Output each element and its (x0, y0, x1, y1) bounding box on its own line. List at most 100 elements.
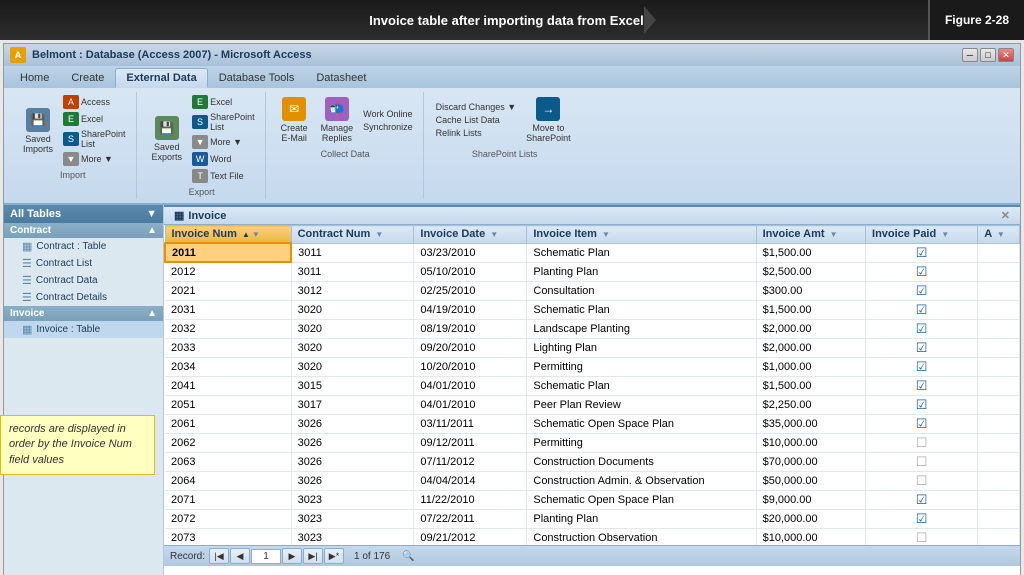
invoice-table: Invoice Num ▲▼ Contract Num ▼ Invoice Da… (164, 225, 1020, 545)
cell-invoice-num: 2063 (165, 452, 291, 471)
table-tab[interactable]: ▦ Invoice ✕ (164, 205, 1020, 225)
cell-invoice-num: 2071 (165, 490, 291, 509)
tab-create[interactable]: Create (60, 68, 115, 88)
cell-contract-num: 3026 (291, 452, 414, 471)
col-invoice-date[interactable]: Invoice Date ▼ (414, 226, 527, 244)
synchronize-button[interactable]: Synchronize (361, 121, 415, 133)
nav-new-button[interactable]: ▶* (324, 548, 344, 564)
cell-invoice-date: 02/25/2010 (414, 281, 527, 300)
more-export-button[interactable]: ▼ More ▼ (190, 134, 257, 150)
col-invoice-num[interactable]: Invoice Num ▲▼ (165, 226, 291, 244)
cell-invoice-num: 2072 (165, 509, 291, 528)
nav-header-label: All Tables (10, 208, 61, 220)
nav-last-button[interactable]: ▶| (303, 548, 323, 564)
access-icon-sm: A (63, 95, 79, 109)
cell-invoice-num: 2021 (165, 281, 291, 300)
nav-item-contract-data[interactable]: ☰ Contract Data (4, 272, 163, 289)
nav-section-contract-chevron: ▲ (147, 225, 157, 236)
cell-invoice-date: 04/19/2010 (414, 300, 527, 319)
more-import-button[interactable]: ▼ More ▼ (61, 151, 128, 167)
nav-first-button[interactable]: |◀ (209, 548, 229, 564)
sharepoint-export-button[interactable]: S SharePointList (190, 111, 257, 133)
cell-contract-num: 3011 (291, 262, 414, 281)
create-email-button[interactable]: ✉ CreateE-Mail (276, 94, 313, 146)
col-contract-num[interactable]: Contract Num ▼ (291, 226, 414, 244)
cell-a (978, 414, 1020, 433)
cell-a (978, 338, 1020, 357)
nav-section-invoice-chevron: ▲ (147, 308, 157, 319)
ribbon-group-import: 💾 SavedImports A Access E Excel S Sh (10, 92, 137, 199)
cell-invoice-item: Schematic Plan (527, 243, 756, 262)
word-export-button[interactable]: W Word (190, 151, 257, 167)
main-title: Invoice table after importing data from … (369, 13, 644, 28)
nav-item-invoice-table[interactable]: ▦ Invoice : Table (4, 321, 163, 338)
cell-contract-num: 3026 (291, 471, 414, 490)
cell-invoice-paid: ☐ (866, 433, 978, 452)
nav-header[interactable]: All Tables ▼ (4, 205, 163, 223)
saved-imports-button[interactable]: 💾 SavedImports (18, 105, 58, 157)
move-to-sharepoint-button[interactable]: → Move toSharePoint (521, 94, 576, 146)
cell-contract-num: 3011 (291, 243, 414, 262)
cell-invoice-item: Landscape Planting (527, 319, 756, 338)
tab-close-btn[interactable]: ✕ (1001, 209, 1010, 222)
sharepoint-small-buttons: Discard Changes ▼ Cache List Data Relink… (434, 101, 518, 139)
maximize-button[interactable]: □ (980, 48, 996, 62)
status-total: 1 of 176 (354, 551, 390, 562)
cell-invoice-amt: $70,000.00 (756, 452, 865, 471)
cell-contract-num: 3015 (291, 376, 414, 395)
manage-replies-button[interactable]: 📬 ManageReplies (316, 94, 359, 146)
nav-section-invoice[interactable]: Invoice ▲ (4, 306, 163, 321)
nav-prev-button[interactable]: ◀ (230, 548, 250, 564)
nav-item-contract-details-label: Contract Details (36, 292, 107, 303)
cell-invoice-item: Schematic Open Space Plan (527, 414, 756, 433)
table-container[interactable]: Invoice Num ▲▼ Contract Num ▼ Invoice Da… (164, 225, 1020, 545)
nav-item-contract-details[interactable]: ☰ Contract Details (4, 289, 163, 306)
cell-invoice-item: Schematic Plan (527, 300, 756, 319)
collect-group-label: Collect Data (321, 149, 370, 159)
saved-exports-button[interactable]: 💾 SavedExports (147, 113, 188, 165)
excel-import-button[interactable]: E Excel (61, 111, 128, 127)
minimize-button[interactable]: ─ (962, 48, 978, 62)
work-online-button[interactable]: Work Online (361, 108, 415, 120)
sharepoint-export-icon: S (192, 115, 208, 129)
more-export-icon: ▼ (192, 135, 208, 149)
discard-changes-button[interactable]: Discard Changes ▼ (434, 101, 518, 113)
cell-invoice-item: Lighting Plan (527, 338, 756, 357)
col-invoice-item[interactable]: Invoice Item ▼ (527, 226, 756, 244)
cell-invoice-amt: $10,000.00 (756, 528, 865, 545)
nav-next-button[interactable]: ▶ (282, 548, 302, 564)
col-invoice-amt[interactable]: Invoice Amt ▼ (756, 226, 865, 244)
relink-lists-button[interactable]: Relink Lists (434, 127, 518, 139)
col-a[interactable]: A ▼ (978, 226, 1020, 244)
sharepoint-import-button[interactable]: S SharePointList (61, 128, 128, 150)
tab-datasheet[interactable]: Datasheet (305, 68, 377, 88)
tab-database-tools[interactable]: Database Tools (208, 68, 306, 88)
excel-icon-sm: E (63, 112, 79, 126)
nav-section-contract[interactable]: Contract ▲ (4, 223, 163, 238)
nav-item-contract-list[interactable]: ☰ Contract List (4, 255, 163, 272)
title-bar: Invoice table after importing data from … (0, 0, 1024, 40)
cell-invoice-paid: ☑ (866, 338, 978, 357)
nav-section-invoice-label: Invoice (10, 308, 44, 319)
cell-invoice-amt: $1,500.00 (756, 243, 865, 262)
tab-external-data[interactable]: External Data (115, 68, 207, 88)
cache-list-button[interactable]: Cache List Data (434, 114, 518, 126)
cell-invoice-paid: ☑ (866, 281, 978, 300)
col-invoice-paid[interactable]: Invoice Paid ▼ (866, 226, 978, 244)
cell-invoice-paid: ☑ (866, 357, 978, 376)
cell-invoice-amt: $2,000.00 (756, 338, 865, 357)
excel-export-button[interactable]: E Excel (190, 94, 257, 110)
cell-invoice-amt: $9,000.00 (756, 490, 865, 509)
table-header: Invoice Num ▲▼ Contract Num ▼ Invoice Da… (165, 226, 1020, 244)
search-label: 🔍 (402, 551, 414, 562)
access-import-button[interactable]: A Access (61, 94, 128, 110)
nav-item-contract-table[interactable]: ▦ Contract : Table (4, 238, 163, 255)
close-button[interactable]: ✕ (998, 48, 1014, 62)
tab-home[interactable]: Home (9, 68, 60, 88)
nav-current-record[interactable]: 1 (251, 549, 281, 564)
title-arrow (644, 6, 656, 34)
textfile-export-button[interactable]: T Text File (190, 168, 257, 184)
cell-contract-num: 3020 (291, 338, 414, 357)
access-window: A Belmont : Database (Access 2007) - Mic… (3, 43, 1021, 575)
cell-invoice-amt: $2,000.00 (756, 319, 865, 338)
